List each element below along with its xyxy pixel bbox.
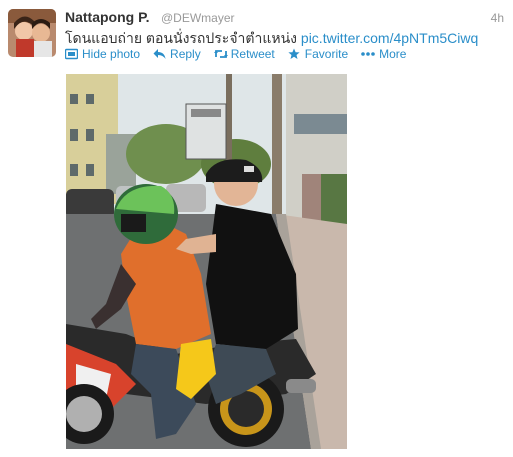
retweet-icon xyxy=(213,48,228,60)
more-button[interactable]: More xyxy=(361,47,406,61)
author-handle[interactable]: @DEWmayer xyxy=(161,11,235,25)
tweet-actions: Hide photo Reply Retweet Favorite More xyxy=(64,47,406,61)
hide-photo-button[interactable]: Hide photo xyxy=(64,47,141,61)
more-dots-icon xyxy=(361,48,375,60)
retweet-button[interactable]: Retweet xyxy=(213,47,275,61)
tweet-timestamp[interactable]: 4h xyxy=(491,11,504,25)
reply-icon xyxy=(153,48,166,60)
favorite-label: Favorite xyxy=(304,47,349,61)
tweet-photo-link[interactable]: pic.twitter.com/4pNTm5Ciwq xyxy=(301,30,478,46)
hide-photo-label: Hide photo xyxy=(82,47,141,61)
reply-button[interactable]: Reply xyxy=(153,47,201,61)
author-name[interactable]: Nattapong P. xyxy=(65,9,150,25)
more-label: More xyxy=(379,47,407,61)
tweet-body: โดนแอบถ่าย ตอนนั่งรถประจำตำแหน่ง xyxy=(65,30,298,46)
reply-label: Reply xyxy=(170,47,201,61)
star-icon xyxy=(288,48,301,60)
photo-icon xyxy=(64,48,79,60)
favorite-button[interactable]: Favorite xyxy=(288,47,348,61)
tweet-photo[interactable] xyxy=(66,74,347,449)
avatar[interactable] xyxy=(8,9,56,57)
retweet-label: Retweet xyxy=(230,47,275,61)
tweet-card: Nattapong P. @DEWmayer 4h โดนแอบถ่าย ตอน… xyxy=(0,0,513,457)
